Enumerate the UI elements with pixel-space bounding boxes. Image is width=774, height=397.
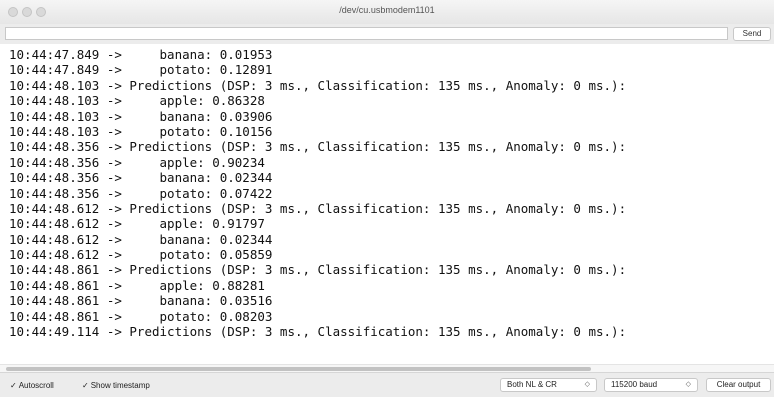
output-line: 10:44:48.356 -> potato: 0.07422 (9, 185, 273, 201)
send-button[interactable]: Send (733, 27, 771, 41)
autoscroll-label: Autoscroll (18, 381, 54, 390)
window-title: /dev/cu.usbmodem1101 (339, 5, 435, 15)
serial-output[interactable]: 10:44:47.849 -> banana: 0.01953 10:44:47.… (0, 44, 774, 366)
output-line: 10:44:48.861 -> banana: 0.03516 (9, 293, 273, 309)
title-bar: /dev/cu.usbmodem1101 (0, 0, 774, 25)
scrollbar-thumb[interactable] (6, 367, 591, 371)
baud-rate-value: 115200 baud (611, 380, 658, 389)
output-line: 10:44:48.356 -> Predictions (DSP: 3 ms.,… (9, 139, 627, 155)
output-line: 10:44:49.114 -> Predictions (DSP: 3 ms.,… (9, 324, 627, 340)
output-line: 10:44:48.356 -> apple: 0.90234 (9, 154, 265, 170)
output-line: 10:44:48.103 -> banana: 0.03906 (9, 108, 273, 124)
bottom-bar: ✓ Autoscroll ✓ Show timestamp Both NL & CR… (0, 372, 774, 397)
output-line: 10:44:48.103 -> Predictions (DSP: 3 ms.,… (9, 77, 627, 93)
output-line: 10:44:48.612 -> apple: 0.91797 (9, 216, 265, 232)
show-timestamp-label: Show timestamp (90, 381, 150, 390)
output-line: 10:44:48.612 -> banana: 0.02344 (9, 231, 273, 247)
clear-output-button[interactable]: Clear output (706, 378, 771, 392)
output-line: 10:44:48.612 -> potato: 0.05859 (9, 247, 273, 263)
output-lines: 10:44:47.849 -> banana: 0.01953 10:44:47.… (9, 47, 626, 339)
output-line: 10:44:48.612 -> Predictions (DSP: 3 ms.,… (9, 200, 627, 216)
line-ending-value: Both NL & CR (507, 380, 557, 389)
checkmark-icon: ✓ (10, 381, 17, 390)
autoscroll-checkbox[interactable]: ✓ Autoscroll (10, 381, 54, 390)
output-line: 10:44:48.103 -> apple: 0.86328 (9, 93, 265, 109)
chevron-updown-icon: ◇ (584, 381, 590, 388)
send-input[interactable] (5, 27, 728, 40)
show-timestamp-checkbox[interactable]: ✓ Show timestamp (82, 381, 150, 390)
output-line: 10:44:47.849 -> banana: 0.01953 (9, 47, 273, 62)
output-line: 10:44:48.356 -> banana: 0.02344 (9, 170, 273, 186)
chevron-updown-icon: ◇ (685, 381, 691, 388)
output-line: 10:44:48.861 -> Predictions (DSP: 3 ms.,… (9, 262, 627, 278)
baud-rate-select[interactable]: 115200 baud ◇ (604, 378, 698, 392)
output-line: 10:44:48.861 -> potato: 0.08203 (9, 308, 273, 324)
output-line: 10:44:48.861 -> apple: 0.88281 (9, 277, 265, 293)
output-line: 10:44:48.103 -> potato: 0.10156 (9, 123, 273, 139)
line-ending-select[interactable]: Both NL & CR ◇ (500, 378, 597, 392)
output-line: 10:44:47.849 -> potato: 0.12891 (9, 62, 273, 78)
send-row: Send (0, 24, 774, 44)
checkmark-icon: ✓ (82, 381, 89, 390)
